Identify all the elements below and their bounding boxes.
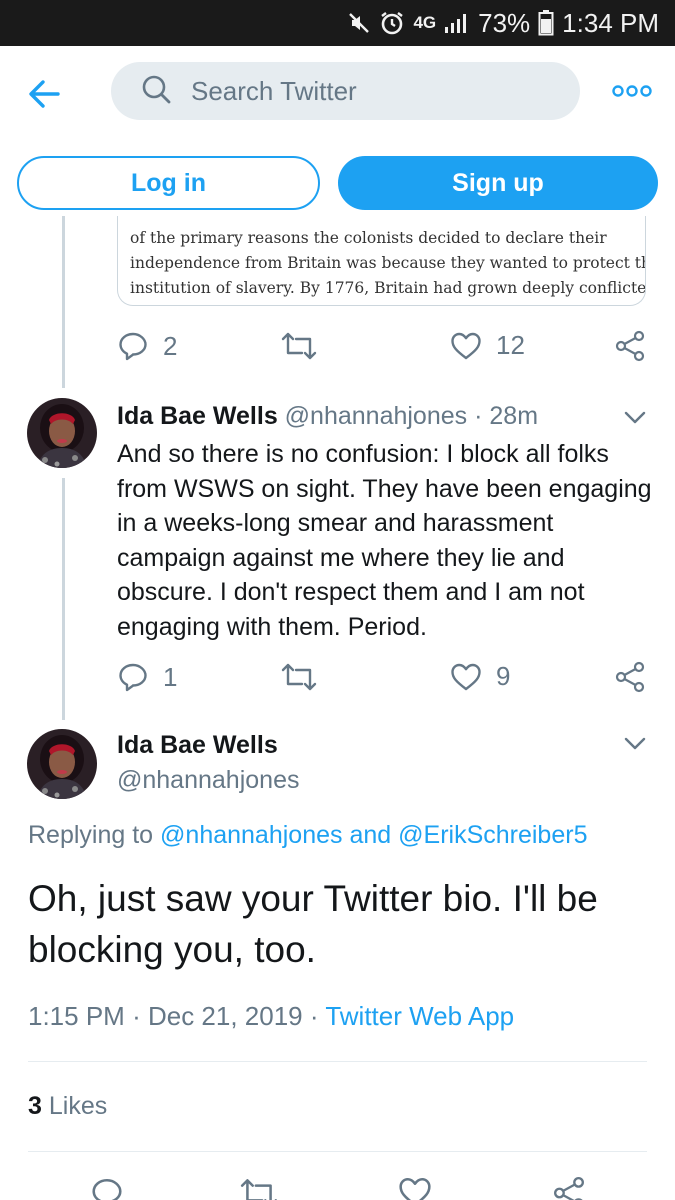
reply-button[interactable]: 1 bbox=[117, 661, 177, 693]
retweet-icon bbox=[240, 1179, 278, 1200]
retweet-button[interactable] bbox=[280, 661, 318, 693]
back-arrow-icon[interactable] bbox=[26, 76, 62, 112]
battery-percent: 73% bbox=[478, 7, 531, 38]
like-button[interactable]: 12 bbox=[450, 330, 525, 361]
divider bbox=[28, 1151, 647, 1152]
tweet-metadata: 1:15 PM · Dec 21, 2019 · Twitter Web App bbox=[28, 1001, 514, 1032]
likes-summary[interactable]: 3 Likes bbox=[28, 1092, 107, 1121]
handle[interactable]: @nhannahjones bbox=[285, 402, 467, 430]
reply-count: 1 bbox=[163, 661, 178, 692]
status-bar: 4G 73% 1:34 PM bbox=[0, 0, 675, 46]
tweet-actions: 2 12 bbox=[117, 330, 647, 370]
more-options-icon[interactable] bbox=[612, 84, 652, 98]
reply-icon bbox=[119, 663, 147, 692]
sign-up-button[interactable]: Sign up bbox=[338, 156, 658, 210]
search-input[interactable]: Search Twitter bbox=[111, 62, 580, 120]
tweet-actions: 1 9 bbox=[117, 661, 647, 701]
tweet-header: Ida Bae Wells @nhannahjones · 28m bbox=[117, 402, 538, 431]
main-tweet-actions bbox=[0, 1176, 675, 1200]
tweet-time: 1:15 PM bbox=[28, 1001, 125, 1031]
card-text-line: institution of slavery. By 1776, Britain… bbox=[130, 279, 646, 297]
thread-line bbox=[62, 216, 65, 388]
like-count: 12 bbox=[496, 330, 525, 360]
timestamp[interactable]: · 28m bbox=[474, 402, 538, 430]
reply-button[interactable] bbox=[90, 1176, 124, 1200]
auth-bar: Log in Sign up bbox=[0, 150, 675, 216]
retweet-button[interactable] bbox=[280, 330, 318, 362]
signal-icon bbox=[444, 12, 470, 34]
display-name[interactable]: Ida Bae Wells bbox=[117, 731, 278, 760]
replying-and: and bbox=[349, 821, 392, 849]
like-count: 9 bbox=[496, 661, 511, 691]
thread-line bbox=[62, 478, 65, 720]
likes-label: Likes bbox=[48, 1092, 108, 1120]
retweet-icon bbox=[281, 663, 317, 691]
chevron-down-icon[interactable] bbox=[624, 737, 646, 751]
tweet-date: Dec 21, 2019 bbox=[147, 1001, 303, 1031]
card-text-line: independence from Britain was because th… bbox=[130, 254, 646, 272]
retweet-icon bbox=[281, 332, 317, 360]
avatar[interactable] bbox=[27, 398, 97, 468]
share-button[interactable] bbox=[615, 330, 645, 362]
likes-count: 3 bbox=[28, 1092, 42, 1120]
top-navigation: Search Twitter bbox=[0, 46, 675, 138]
retweet-button[interactable] bbox=[239, 1176, 279, 1200]
search-placeholder: Search Twitter bbox=[191, 75, 357, 106]
heart-icon bbox=[451, 332, 481, 359]
reply-icon bbox=[92, 1178, 122, 1200]
main-tweet-text: Oh, just saw your Twitter bio. I'll be b… bbox=[28, 878, 598, 970]
handle[interactable]: @nhannahjones bbox=[117, 766, 299, 795]
share-icon bbox=[615, 661, 645, 693]
tweet-text: And so there is no confusion: I block al… bbox=[117, 440, 652, 641]
replying-to: Replying to @nhannahjones and @ErikSchre… bbox=[28, 821, 587, 850]
log-in-button[interactable]: Log in bbox=[17, 156, 320, 210]
heart-icon bbox=[399, 1177, 431, 1200]
mute-icon bbox=[347, 11, 371, 35]
search-icon bbox=[141, 74, 171, 109]
alarm-icon bbox=[379, 10, 405, 36]
divider bbox=[28, 1061, 647, 1062]
like-button[interactable] bbox=[398, 1176, 432, 1200]
mention-link[interactable]: @nhannahjones bbox=[160, 821, 342, 849]
share-button[interactable] bbox=[553, 1176, 585, 1200]
reply-button[interactable]: 2 bbox=[117, 330, 177, 362]
share-icon bbox=[615, 330, 645, 362]
tweet-source-link[interactable]: Twitter Web App bbox=[325, 1001, 514, 1031]
network-4g-icon: 4G bbox=[413, 13, 437, 32]
heart-icon bbox=[451, 663, 481, 690]
share-button[interactable] bbox=[615, 661, 645, 693]
replying-prefix: Replying to bbox=[28, 821, 154, 849]
avatar[interactable] bbox=[27, 729, 97, 799]
quoted-article-card[interactable]: of the primary reasons the colonists dec… bbox=[117, 216, 646, 306]
like-button[interactable]: 9 bbox=[450, 661, 510, 692]
reply-count: 2 bbox=[163, 330, 178, 361]
reply-icon bbox=[119, 332, 147, 361]
chevron-down-icon[interactable] bbox=[624, 411, 646, 425]
meta-separator: · bbox=[309, 1001, 319, 1031]
display-name[interactable]: Ida Bae Wells bbox=[117, 402, 278, 430]
card-text-line: of the primary reasons the colonists dec… bbox=[130, 229, 607, 247]
clock: 1:34 PM bbox=[562, 7, 659, 38]
mention-link[interactable]: @ErikSchreiber5 bbox=[398, 821, 587, 849]
share-icon bbox=[554, 1176, 584, 1200]
battery-icon bbox=[538, 10, 554, 36]
meta-separator: · bbox=[132, 1001, 141, 1031]
